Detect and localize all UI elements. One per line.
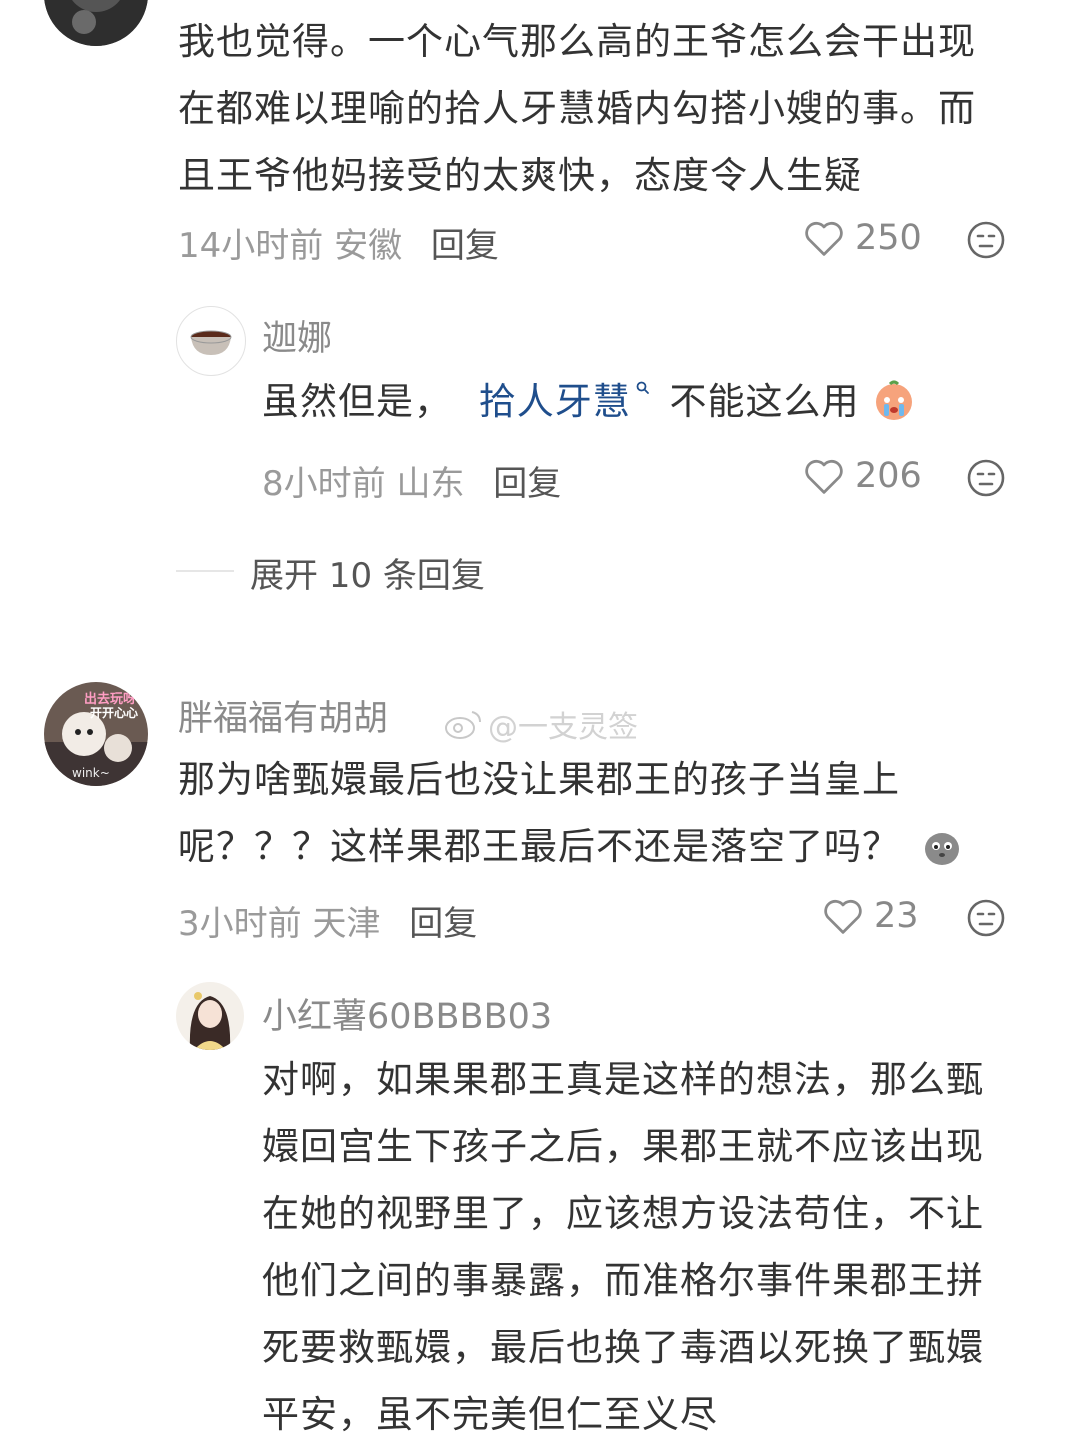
avatar-caption: wink~	[72, 766, 110, 780]
reply-button[interactable]: 回复	[409, 904, 477, 944]
comment-meta: 3小时前 天津 回复	[178, 896, 477, 945]
comment-author[interactable]: 胖福福有胡胡	[178, 690, 388, 741]
comment-author[interactable]: 小红薯60BBBB03	[262, 988, 552, 1039]
comment-body: 那为啥甄嬛最后也没让果郡王的孩子当皇上 呢？？？这样果郡王最后不还是落空了吗？	[178, 746, 1038, 880]
comment-text-line: 嬛回宫生下孩子之后，果郡王就不应该出现	[262, 1125, 984, 1168]
comment-text-part: 不能这么用	[669, 380, 860, 423]
comment-text-line: 死要救甄嬛，最后也换了毒酒以死换了甄嬛	[262, 1326, 984, 1369]
search-icon	[636, 381, 649, 394]
comment-text-line: 那为啥甄嬛最后也没让果郡王的孩子当皇上	[178, 758, 900, 801]
meh-face-icon	[967, 899, 1005, 937]
potato-emoji-icon	[924, 833, 959, 865]
expand-replies-button[interactable]: 展开 10 条回复	[250, 548, 485, 597]
meh-face-icon	[967, 221, 1005, 259]
comment-text-line: 平安，虽不完美但仁至义尽	[262, 1393, 718, 1436]
comment-text-line: 呢？？？这样果郡王最后不还是落空了吗？	[178, 813, 1038, 880]
heart-outline-icon	[805, 221, 843, 256]
meh-face-icon	[967, 459, 1005, 497]
comment-meta: 8小时前 山东 回复	[262, 456, 561, 505]
like-count: 23	[874, 896, 919, 936]
avatar-image	[44, 0, 148, 46]
avatar-caption: 开开心心	[90, 706, 139, 720]
expand-divider	[176, 570, 234, 572]
comment-text-line: 在都难以理喻的拾人牙慧婚内勾搭小嫂的事。而	[178, 87, 976, 130]
reply-button[interactable]: 回复	[493, 464, 561, 504]
comment-location: 安徽	[334, 226, 403, 266]
like-button[interactable]: 250	[803, 218, 922, 258]
comment-location: 天津	[312, 904, 381, 944]
reply-button[interactable]: 回复	[431, 226, 499, 266]
avatar[interactable]	[176, 982, 244, 1050]
watermark-text: @一支灵签	[488, 710, 638, 745]
weibo-logo-icon	[445, 711, 481, 739]
comment-text-line-content: 呢？？？这样果郡王最后不还是落空了吗？	[178, 825, 900, 868]
comment-text: 虽然但是， 拾人牙慧 不能这么用	[262, 368, 916, 435]
crying-emoji-icon	[876, 380, 913, 420]
heart-outline-icon	[824, 899, 862, 934]
comment-text-line: 对啊，如果果郡王真是这样的想法，那么甄	[262, 1058, 984, 1101]
avatar[interactable]: 出去玩呀 开开心心 wink~	[44, 682, 148, 786]
comment-text-line: 我也觉得。一个心气那么高的王爷怎么会干出现	[178, 20, 976, 63]
avatar[interactable]	[176, 306, 246, 376]
comment-body: 对啊，如果果郡王真是这样的想法，那么甄 嬛回宫生下孩子之后，果郡王就不应该出现 …	[262, 1046, 1052, 1448]
comment-meta: 14小时前 安徽 回复	[178, 218, 499, 267]
comment-location: 山东	[396, 464, 465, 504]
heart-outline-icon	[805, 459, 843, 494]
react-button[interactable]	[966, 220, 1006, 264]
like-button[interactable]: 206	[803, 456, 922, 496]
search-tag-label: 拾人牙慧	[478, 380, 631, 423]
avatar[interactable]	[44, 0, 148, 46]
like-button[interactable]: 23	[822, 896, 919, 936]
comment-author[interactable]: 迦娜	[262, 310, 332, 361]
comment-time: 14小时前	[178, 226, 324, 266]
react-button[interactable]	[966, 458, 1006, 502]
like-count: 206	[855, 456, 922, 496]
weibo-watermark: @一支灵签	[444, 702, 638, 746]
comment-text-line: 且王爷他妈接受的太爽快，态度令人生疑	[178, 154, 862, 197]
like-count: 250	[855, 218, 922, 258]
comment-body: 我也觉得。一个心气那么高的王爷怎么会干出现 在都难以理喻的拾人牙慧婚内勾搭小嫂的…	[178, 8, 1038, 209]
react-button[interactable]	[966, 898, 1006, 942]
comment-text-line: 他们之间的事暴露，而准格尔事件果郡王拼	[262, 1259, 984, 1302]
girl-avatar-image	[176, 982, 244, 1050]
comment-text-line: 在她的视野里了，应该想方设法苟住，不让	[262, 1192, 984, 1235]
comment-time: 3小时前	[178, 904, 302, 944]
bowl-avatar-image	[190, 330, 232, 355]
comment-time: 8小时前	[262, 464, 386, 504]
search-tag-link[interactable]: 拾人牙慧	[479, 380, 664, 423]
comment-text-part: 虽然但是，	[262, 380, 452, 423]
